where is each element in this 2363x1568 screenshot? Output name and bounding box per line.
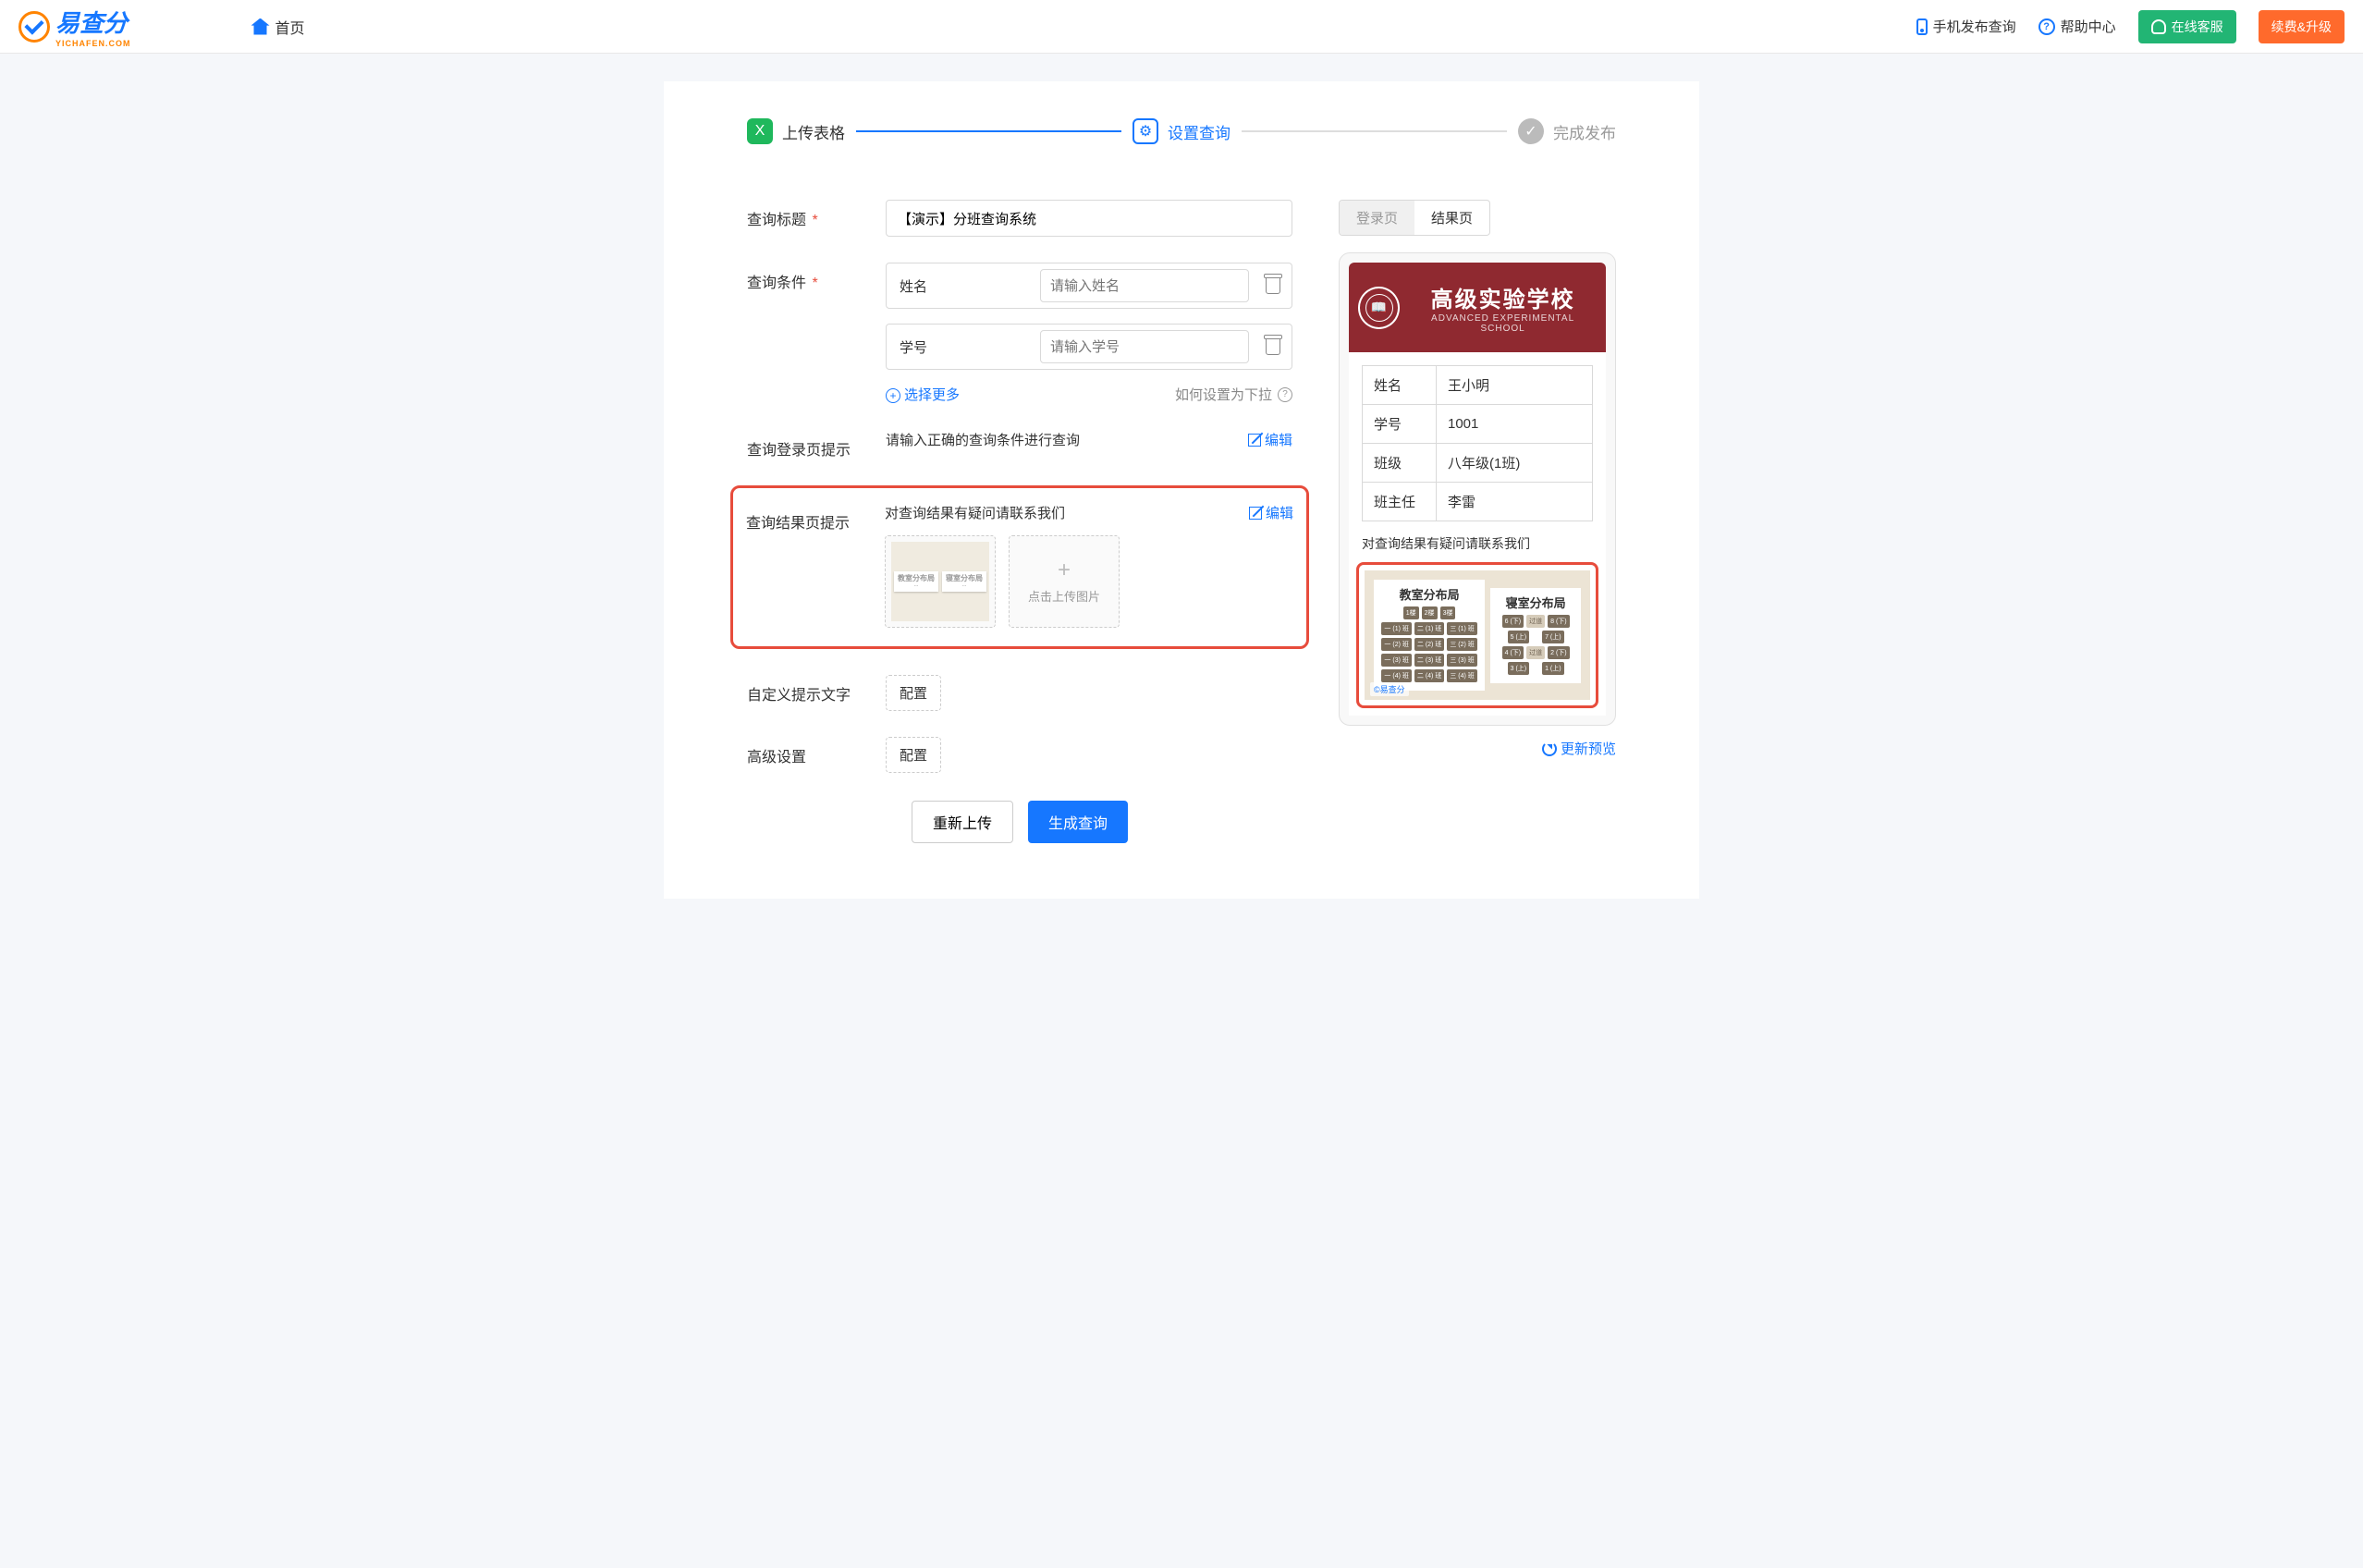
preview-card: 📖 高级实验学校 ADVANCED EXPERIMENTAL SCHOOL 姓名… bbox=[1339, 252, 1616, 726]
refresh-icon bbox=[1542, 741, 1557, 756]
renew-upgrade-button[interactable]: 续费&升级 bbox=[2259, 10, 2345, 43]
condition-id-label: 学号 bbox=[900, 337, 1029, 357]
help-icon: ? bbox=[2039, 18, 2055, 35]
result-hint-text: 对查询结果有疑问请联系我们 bbox=[885, 503, 1065, 522]
result-hint-highlight-box: 查询结果页提示 对查询结果有疑问请联系我们 编辑 教室分布局… 寝室分布局… bbox=[730, 485, 1309, 649]
custom-text-label: 自定义提示文字 bbox=[747, 675, 886, 704]
table-row: 姓名王小明 bbox=[1363, 366, 1593, 405]
nav-mobile-publish[interactable]: 手机发布查询 bbox=[1916, 17, 2016, 36]
condition-row-name: 姓名 bbox=[886, 263, 1292, 309]
school-name: 高级实验学校 bbox=[1409, 281, 1597, 313]
app-header: 易查分 YICHAFEN.COM 首页 手机发布查询 ? 帮助中心 在线客服 续… bbox=[0, 0, 2363, 54]
logo-text: 易查分 bbox=[55, 9, 128, 37]
edit-icon bbox=[1248, 434, 1261, 447]
condition-id-placeholder-input[interactable] bbox=[1040, 330, 1249, 363]
query-condition-label: 查询条件 * bbox=[747, 263, 886, 292]
nav-help-center[interactable]: ? 帮助中心 bbox=[2039, 17, 2116, 36]
headset-icon bbox=[2151, 19, 2166, 34]
preview-image: 教室分布局 1楼2楼3楼 一 (1) 班二 (1) 班三 (1) 班 一 (2)… bbox=[1365, 570, 1590, 700]
table-row: 学号1001 bbox=[1363, 405, 1593, 444]
login-hint-text: 请输入正确的查询条件进行查询 bbox=[886, 430, 1080, 449]
step-configure: ⚙ 设置查询 bbox=[1133, 118, 1230, 144]
preview-result-hint: 对查询结果有疑问请联系我们 bbox=[1362, 534, 1593, 553]
school-name-en: ADVANCED EXPERIMENTAL SCHOOL bbox=[1409, 313, 1597, 334]
logo-subtext: YICHAFEN.COM bbox=[55, 39, 131, 48]
preview-tab-switch: 登录页 结果页 bbox=[1339, 200, 1490, 236]
tab-result-page[interactable]: 结果页 bbox=[1414, 201, 1489, 235]
condition-name-label: 姓名 bbox=[900, 276, 1029, 296]
logo[interactable]: 易查分 YICHAFEN.COM bbox=[18, 5, 131, 48]
generate-query-button[interactable]: 生成查询 bbox=[1028, 801, 1128, 843]
preview-image-highlight: 教室分布局 1楼2楼3楼 一 (1) 班二 (1) 班三 (1) 班 一 (2)… bbox=[1356, 562, 1598, 708]
home-icon bbox=[251, 18, 270, 35]
result-table: 姓名王小明 学号1001 班级八年级(1班) 班主任李雷 bbox=[1362, 365, 1593, 521]
edit-result-hint-link[interactable]: 编辑 bbox=[1249, 503, 1293, 522]
configure-custom-text-button[interactable]: 配置 bbox=[886, 675, 941, 711]
upload-image-button[interactable]: + 点击上传图片 bbox=[1009, 535, 1120, 628]
table-row: 班级八年级(1班) bbox=[1363, 444, 1593, 483]
edit-icon bbox=[1249, 507, 1262, 520]
reupload-button[interactable]: 重新上传 bbox=[912, 801, 1013, 843]
result-hint-label: 查询结果页提示 bbox=[746, 503, 885, 533]
query-title-input[interactable] bbox=[886, 200, 1292, 237]
watermark: ©易查分 bbox=[1370, 682, 1409, 696]
plus-icon: + bbox=[1058, 559, 1071, 582]
phone-icon bbox=[1916, 18, 1928, 35]
login-hint-label: 查询登录页提示 bbox=[747, 430, 886, 459]
howto-dropdown-link[interactable]: 如何设置为下拉 bbox=[1175, 385, 1272, 404]
step-publish: ✓ 完成发布 bbox=[1518, 118, 1616, 144]
nav-home[interactable]: 首页 bbox=[251, 16, 305, 38]
step-indicator: X 上传表格 ⚙ 设置查询 ✓ 完成发布 bbox=[747, 118, 1616, 144]
settings-step-icon: ⚙ bbox=[1133, 118, 1158, 144]
step-upload: X 上传表格 bbox=[747, 118, 845, 144]
excel-icon: X bbox=[747, 118, 773, 144]
condition-name-placeholder-input[interactable] bbox=[1040, 269, 1249, 302]
edit-login-hint-link[interactable]: 编辑 bbox=[1248, 430, 1292, 449]
logo-icon bbox=[18, 11, 50, 43]
configure-advanced-button[interactable]: 配置 bbox=[886, 737, 941, 773]
preview-header: 📖 高级实验学校 ADVANCED EXPERIMENTAL SCHOOL bbox=[1349, 263, 1606, 352]
advanced-settings-label: 高级设置 bbox=[747, 737, 886, 766]
trash-icon[interactable] bbox=[1266, 277, 1280, 294]
condition-row-id: 学号 bbox=[886, 324, 1292, 370]
select-more-link[interactable]: +选择更多 bbox=[886, 385, 960, 404]
query-title-label: 查询标题 * bbox=[747, 200, 886, 229]
preview-column: 登录页 结果页 📖 高级实验学校 ADVANCED EXPERIMENTAL S… bbox=[1339, 200, 1616, 843]
plus-circle-icon: + bbox=[886, 388, 900, 403]
online-service-button[interactable]: 在线客服 bbox=[2138, 10, 2236, 43]
check-icon: ✓ bbox=[1518, 118, 1544, 144]
question-icon[interactable]: ? bbox=[1278, 387, 1292, 402]
trash-icon[interactable] bbox=[1266, 338, 1280, 355]
form-column: 查询标题 * 查询条件 * 姓名 学号 bbox=[747, 200, 1292, 843]
main-panel: X 上传表格 ⚙ 设置查询 ✓ 完成发布 查询标题 * 查询条件 * bbox=[664, 81, 1699, 899]
uploaded-image-thumb[interactable]: 教室分布局… 寝室分布局… bbox=[885, 535, 996, 628]
table-row: 班主任李雷 bbox=[1363, 483, 1593, 521]
tab-login-page[interactable]: 登录页 bbox=[1340, 201, 1414, 235]
school-crest-icon: 📖 bbox=[1358, 287, 1400, 329]
refresh-preview-link[interactable]: 更新预览 bbox=[1542, 739, 1616, 758]
